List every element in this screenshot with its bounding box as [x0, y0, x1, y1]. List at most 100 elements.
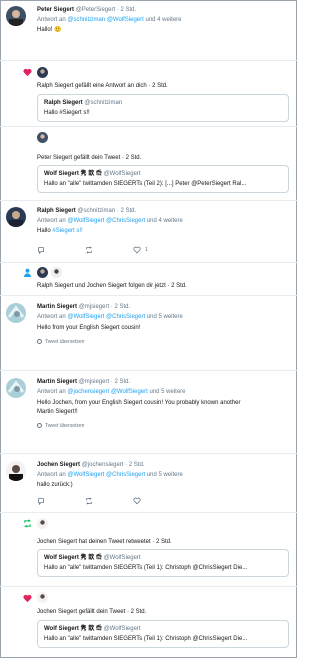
tweet-text: Hallo [37, 228, 51, 234]
avatar[interactable] [37, 592, 48, 603]
globe-icon [37, 423, 42, 429]
notification-text: Jochen Siegert hat deinen Tweet retweete… [37, 539, 172, 545]
tweet-martin-reply[interactable]: Martin Siegert @mjsiegert · 2 Std. Antwo… [0, 295, 297, 370]
quoted-author: Wolf Siegert 隽 歆 岙 [44, 171, 102, 177]
avatar[interactable] [6, 207, 26, 227]
like-button[interactable]: 1 [133, 245, 148, 254]
notification-text: Jochen Siegert gefällt dein Tweet · 2 St… [37, 609, 147, 615]
tweet-text: Hello from your English Siegert cousin! [37, 325, 141, 331]
avatar[interactable] [37, 67, 48, 78]
avatar[interactable] [37, 518, 48, 529]
quoted-author: Ralph Siegert [44, 100, 83, 106]
timestamp[interactable]: · 2 Std. [111, 304, 130, 310]
author-handle[interactable]: @schnitziman [77, 208, 115, 214]
avatar[interactable] [6, 303, 26, 323]
notification-follow[interactable]: Ralph Siegert und Jochen Siegert folgen … [0, 262, 297, 294]
notification-like-tweet-2[interactable]: Jochen Siegert gefällt dein Tweet · 2 St… [0, 586, 297, 658]
author-handle[interactable]: @PeterSiegert [76, 7, 115, 13]
notification-like-reply[interactable]: Ralph Siegert gefällt eine Antwort an di… [0, 60, 297, 126]
author-name[interactable]: Peter Siegert [37, 7, 74, 13]
heart-icon [133, 246, 141, 253]
reply-suffix: und 4 weitere [145, 17, 182, 23]
timestamp[interactable]: · 2 Std. [117, 7, 136, 13]
heart-icon [133, 497, 141, 504]
quoted-tweet[interactable]: Wolf Siegert 隽 歆 岙 @WolfSiegert Hallo an… [37, 620, 289, 648]
notification-text: Ralph Siegert gefällt eine Antwort an di… [37, 83, 168, 89]
reply-prefix: Antwort an [37, 218, 66, 224]
author-handle[interactable]: @jochensiegert [82, 462, 124, 468]
retweet-icon [86, 496, 92, 505]
reply-prefix: Antwort an [37, 389, 66, 395]
quoted-handle: @WolfSiegert [103, 171, 141, 177]
reply-button[interactable] [37, 496, 49, 505]
heart-icon [23, 68, 32, 77]
hashtag-link[interactable]: #Siegert s!! [52, 228, 82, 234]
avatar[interactable] [51, 267, 62, 278]
retweet-button[interactable] [85, 245, 97, 254]
notification-like-tweet[interactable]: Peter Siegert gefällt dein Tweet · 2 Std… [0, 126, 297, 198]
timestamp[interactable]: · 2 Std. [117, 208, 136, 214]
like-button[interactable] [133, 496, 145, 505]
heart-icon [23, 594, 32, 603]
retweet-icon [86, 245, 92, 254]
tweet-actions [37, 496, 257, 505]
reply-prefix: Antwort an [37, 17, 66, 23]
tweet-martin-reply-2[interactable]: Martin Siegert @mjsiegert · 2 Std. Antwo… [0, 370, 297, 452]
author-name[interactable]: Martin Siegert [37, 304, 77, 310]
avatar[interactable] [37, 267, 48, 278]
quoted-handle: @WolfSiegert [103, 555, 141, 561]
avatar[interactable] [6, 6, 26, 26]
mention-link[interactable]: @WolfSiegert [67, 218, 104, 224]
reply-suffix: und 5 weitere [146, 472, 183, 478]
quoted-author: Wolf Siegert 隽 歆 岙 [44, 626, 102, 632]
quoted-tweet[interactable]: Wolf Siegert 隽 歆 岙 @WolfSiegert Hallo an… [37, 549, 289, 577]
retweet-button[interactable] [85, 496, 97, 505]
retweet-icon [24, 519, 31, 528]
author-name[interactable]: Martin Siegert [37, 379, 77, 385]
avatar[interactable] [6, 378, 26, 398]
mention-link[interactable]: @WolfSiegert [107, 17, 144, 23]
reply-button[interactable] [37, 245, 49, 254]
mention-link[interactable]: @ChrisSiegert [106, 472, 145, 478]
translate-link[interactable]: Tweet übersetzen [37, 338, 84, 346]
avatar[interactable] [37, 132, 48, 143]
like-count: 1 [145, 246, 149, 253]
smile-emoji: 🙂 [54, 27, 62, 33]
globe-icon [37, 339, 42, 345]
notification-text: Ralph Siegert und Jochen Siegert folgen … [37, 283, 187, 289]
quoted-tweet[interactable]: Ralph Siegert @schnitziman Hallo #Sieger… [37, 94, 289, 122]
mention-link[interactable]: @jochensiegert [67, 389, 109, 395]
reply-suffix: und 4 weitere [146, 218, 183, 224]
author-handle[interactable]: @mjsiegert [79, 379, 109, 385]
mention-link[interactable]: @schnitziman [67, 17, 105, 23]
reply-icon [38, 246, 44, 254]
mention-link[interactable]: @ChrisSiegert [106, 218, 145, 224]
tweet-jochen-reply[interactable]: Jochen Siegert @jochensiegert · 2 Std. A… [0, 453, 297, 508]
author-name[interactable]: Jochen Siegert [37, 462, 80, 468]
mention-link[interactable]: @ChrisSiegert [106, 314, 145, 320]
author-handle[interactable]: @mjsiegert [79, 304, 109, 310]
notification-text: Peter Siegert gefällt dein Tweet · 2 Std… [37, 155, 142, 161]
quoted-text: Hallo #Siegert s!! [44, 110, 90, 116]
quoted-text: Hallo an "alle" twittamden SIEGERTs (Tei… [44, 181, 247, 187]
author-name[interactable]: Ralph Siegert [37, 208, 76, 214]
quoted-text: Hallo an "alle" twittamden SIEGERTs (Tei… [44, 565, 248, 571]
timestamp[interactable]: · 2 Std. [111, 379, 130, 385]
reply-icon [38, 497, 44, 505]
tweet-text: Hello Jochen, from your English Siegert … [37, 400, 241, 406]
mention-link[interactable]: @WolfSiegert [67, 472, 104, 478]
timestamp[interactable]: · 2 Std. [125, 462, 144, 468]
reply-suffix: und 5 weitere [146, 314, 183, 320]
tweet-ralph-reply[interactable]: Ralph Siegert @schnitziman · 2 Std. Antw… [0, 200, 297, 260]
quoted-tweet[interactable]: Wolf Siegert 隽 歆 岙 @WolfSiegert Hallo an… [37, 165, 289, 193]
quoted-handle: @schnitziman [84, 100, 123, 106]
tweet-text-continued: Martin Siegert!! [37, 409, 78, 415]
quoted-handle: @WolfSiegert [103, 626, 141, 632]
tweet-peter-reply[interactable]: Peter Siegert @PeterSiegert · 2 Std. Ant… [0, 0, 297, 52]
translate-link[interactable]: Tweet übersetzen [37, 422, 84, 430]
notification-retweet[interactable]: Jochen Siegert hat deinen Tweet retweete… [0, 512, 297, 584]
avatar[interactable] [6, 461, 26, 481]
quoted-text: Hallo an "alle" twittamden SIEGERTs (Tei… [44, 636, 248, 642]
mention-link[interactable]: @WolfSiegert [67, 314, 104, 320]
mention-link[interactable]: @WolfSiegert [111, 389, 148, 395]
